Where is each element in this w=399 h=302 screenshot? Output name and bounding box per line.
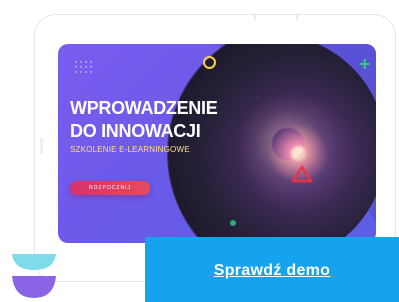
demo-cta-banner[interactable]: Sprawdź demo — [145, 237, 399, 302]
slide-subtitle: SZKOLENIE E-LEARNINGOWE — [70, 145, 190, 154]
course-preview-screen: + WPROWADZENIE DO INNOWACJI SZKOLENIE E-… — [58, 44, 376, 243]
tablet-top-button — [254, 14, 298, 20]
start-button[interactable]: ROZPOCZNIJ — [70, 181, 150, 195]
tablet-side-button — [40, 138, 43, 154]
green-dot-decoration — [230, 220, 236, 226]
circle-ring-icon — [203, 56, 216, 69]
hands-highlight — [228, 84, 348, 204]
slide-title: WPROWADZENIE DO INNOWACJI — [70, 97, 230, 143]
plus-icon: + — [358, 54, 372, 73]
brand-logo-icon — [12, 254, 56, 298]
slide-title-line2: DO INNOWACJI — [70, 121, 201, 141]
slide-title-line1: WPROWADZENIE — [70, 98, 218, 118]
dot-grid-decoration — [75, 61, 92, 73]
triangle-icon — [291, 165, 313, 183]
check-demo-link[interactable]: Sprawdź demo — [214, 262, 331, 280]
